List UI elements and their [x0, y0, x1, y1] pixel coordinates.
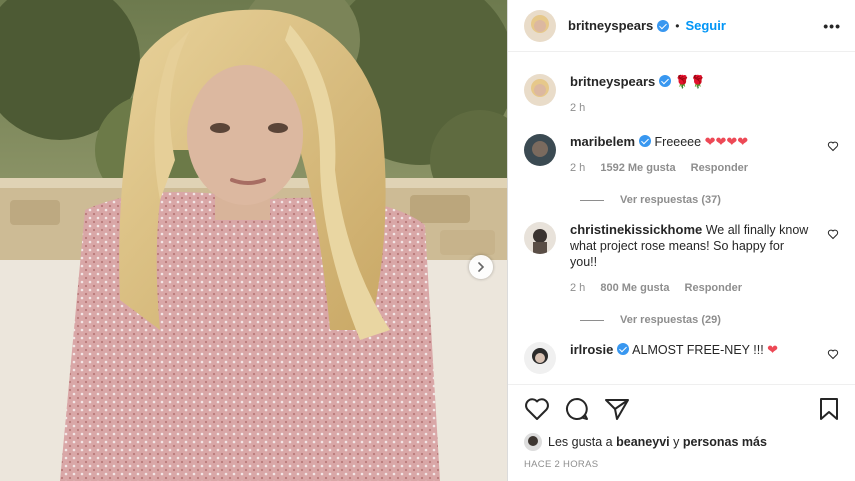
verified-icon	[617, 343, 630, 355]
follow-button[interactable]: Seguir	[685, 18, 725, 33]
verified-icon	[657, 19, 670, 32]
caption-body: britneyspears 🌹🌹 2 h	[570, 74, 839, 116]
author-avatar[interactable]	[524, 9, 556, 42]
avatar-image	[524, 342, 556, 374]
comment-meta: 2 h 1592 Me gusta Responder	[570, 160, 813, 176]
more-icon[interactable]: •••	[823, 18, 841, 34]
bookmark-icon[interactable]	[817, 397, 841, 421]
comment-item: irlrosie ALMOST FREE-NEY !!! ❤	[524, 342, 839, 374]
liker-username[interactable]: beaneyvi	[616, 435, 670, 449]
comment-time[interactable]: 2 h	[570, 162, 585, 174]
share-icon[interactable]	[604, 397, 630, 421]
caption-meta: 2 h	[570, 100, 813, 116]
heart-icon[interactable]	[524, 397, 550, 421]
comment-icon[interactable]	[564, 397, 590, 421]
comment-body: maribelem Freeeee ❤❤❤❤ 2 h 1592 Me gusta…	[570, 134, 839, 176]
commenter-avatar[interactable]	[524, 222, 556, 254]
likes-summary: Les gusta a beaneyvi y personas más	[524, 433, 841, 451]
chevron-right-icon	[478, 262, 485, 272]
post-actions: Les gusta a beaneyvi y personas más HACE…	[508, 384, 855, 470]
view-replies-button[interactable]: Ver respuestas (29)	[580, 314, 839, 326]
comment-text: ALMOST FREE-NEY !!!	[632, 343, 764, 357]
avatar-image	[524, 222, 556, 254]
reply-button[interactable]: Responder	[691, 162, 748, 174]
heart-emojis: ❤	[767, 342, 779, 357]
post-photo[interactable]	[0, 0, 507, 481]
heart-emojis: ❤❤❤❤	[704, 134, 749, 149]
comment-username[interactable]: irlrosie	[570, 342, 613, 357]
author-username[interactable]: britneyspears	[568, 18, 653, 33]
comment-item: christinekissickhome We all finally know…	[524, 222, 839, 296]
avatar-image	[524, 433, 542, 451]
post-timestamp[interactable]: HACE 2 HORAS	[524, 459, 841, 470]
next-photo-button[interactable]	[469, 255, 493, 279]
avatar-image	[524, 74, 556, 106]
post-sidebar: britneyspears • Seguir ••• britneyspears…	[507, 0, 855, 481]
like-comment-heart-icon[interactable]	[827, 228, 839, 240]
comment-likes[interactable]: 1592 Me gusta	[600, 162, 675, 174]
comment-body: irlrosie ALMOST FREE-NEY !!! ❤	[570, 342, 839, 374]
caption-time[interactable]: 2 h	[570, 102, 585, 114]
caption-username[interactable]: britneyspears	[570, 74, 655, 89]
commenter-avatar[interactable]	[524, 342, 556, 374]
header-separator: •	[675, 18, 680, 33]
author-avatar[interactable]	[524, 74, 556, 106]
comment-meta: 2 h 800 Me gusta Responder	[570, 280, 813, 296]
comment-username[interactable]: christinekissickhome	[570, 222, 702, 237]
comment-item: maribelem Freeeee ❤❤❤❤ 2 h 1592 Me gusta…	[524, 134, 839, 176]
comment-text: Freeeee	[654, 135, 702, 149]
view-replies-button[interactable]: Ver respuestas (37)	[580, 194, 839, 206]
likes-conjunction: y	[673, 435, 680, 449]
comment-username[interactable]: maribelem	[570, 134, 635, 149]
photo-illustration	[0, 0, 507, 481]
others-likes-link[interactable]: personas más	[683, 435, 767, 449]
caption-text: 🌹🌹	[674, 75, 706, 89]
liker-avatar[interactable]	[524, 433, 542, 451]
like-comment-heart-icon[interactable]	[827, 348, 839, 360]
action-icons	[524, 395, 841, 423]
caption: britneyspears 🌹🌹 2 h	[524, 74, 839, 116]
instagram-post: britneyspears • Seguir ••• britneyspears…	[0, 0, 855, 481]
commenter-avatar[interactable]	[524, 134, 556, 166]
comments-list[interactable]: britneyspears 🌹🌹 2 h maribelem Freeeee ❤…	[508, 60, 855, 382]
verified-icon	[639, 135, 652, 147]
avatar-image	[524, 134, 556, 166]
comment-likes[interactable]: 800 Me gusta	[600, 282, 669, 294]
comment-time[interactable]: 2 h	[570, 282, 585, 294]
like-comment-heart-icon[interactable]	[827, 140, 839, 152]
avatar-image	[524, 9, 556, 42]
verified-icon	[659, 75, 672, 87]
post-header: britneyspears • Seguir •••	[508, 0, 855, 52]
reply-button[interactable]: Responder	[685, 282, 742, 294]
comment-body: christinekissickhome We all finally know…	[570, 222, 839, 296]
likes-prefix: Les gusta a	[548, 435, 613, 449]
